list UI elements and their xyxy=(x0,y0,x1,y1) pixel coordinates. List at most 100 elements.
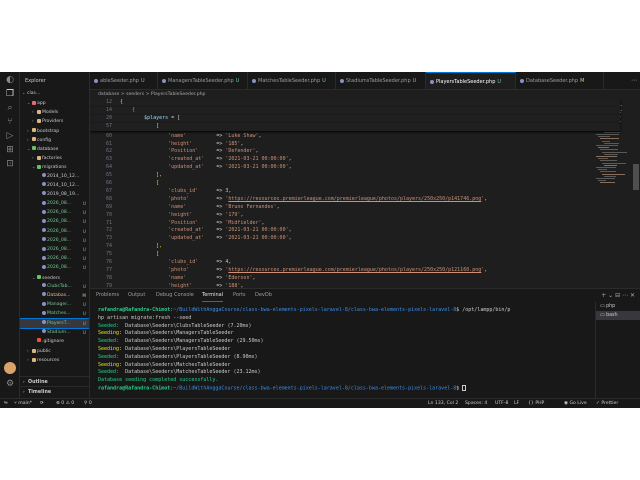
panel-tab[interactable]: Problems xyxy=(96,289,119,302)
tree-item[interactable]: › Providers xyxy=(20,116,89,125)
line-number: 73 xyxy=(105,235,112,242)
outline-section[interactable]: › Outline xyxy=(20,376,89,386)
code-line[interactable]: 76 'clubs_id' => 4, xyxy=(90,259,620,267)
tree-item[interactable]: Matches... U xyxy=(20,309,89,318)
panel-actions[interactable]: + ⌄ ⊟ ⋯ ✕ xyxy=(601,289,635,302)
editor-tab[interactable]: ManagersTableSeeder.php U xyxy=(158,72,248,89)
code-editor[interactable]: 12{14 {20 $players = [57 [ 60 'name' => '… xyxy=(90,99,640,289)
editor-tab[interactable]: MatchesTableSeeder.php U xyxy=(248,72,336,89)
code-line[interactable]: 77 'photo' => 'https://resources.premier… xyxy=(90,267,620,275)
tree-item[interactable]: › resources xyxy=(20,355,89,364)
tree-item[interactable]: 2026_08... U xyxy=(20,254,89,263)
code-line[interactable]: 61 'height' => '185', xyxy=(90,141,620,149)
code-line[interactable]: 73 'updated_at' => '2021-03-21 00:00:00'… xyxy=(90,235,620,243)
terminal-output[interactable]: rafandra@Rafandra-Chimot:~/BuildWithAngg… xyxy=(98,307,593,397)
panel-tab[interactable]: Output xyxy=(128,289,145,302)
code-line[interactable]: 66 [ xyxy=(90,180,620,188)
panel-tab[interactable]: DevDb xyxy=(255,289,272,302)
language-mode[interactable]: {} PHP xyxy=(528,399,544,408)
tree-item[interactable]: 2026_08... U xyxy=(20,227,89,236)
tree-item[interactable]: Stadium... U xyxy=(20,328,89,337)
tree-item[interactable]: ⌄ app xyxy=(20,98,89,107)
run-debug-icon[interactable]: ▷ xyxy=(4,130,16,142)
code-line[interactable]: 78 'name' => 'Ederson', xyxy=(90,275,620,283)
settings-icon[interactable]: ⚙ xyxy=(4,378,16,390)
code-line[interactable]: 14 { xyxy=(90,106,620,115)
tree-item[interactable]: › factories xyxy=(20,153,89,162)
code-line[interactable]: 75 [ xyxy=(90,251,620,259)
cursor-position[interactable]: Ln 133, Col 2 xyxy=(428,399,458,408)
tree-item[interactable]: › config xyxy=(20,135,89,144)
code-line[interactable]: 74 ], xyxy=(90,243,620,251)
editor-tab[interactable]: ableSeeder.php U xyxy=(90,72,158,89)
editor-scrollbar[interactable] xyxy=(633,164,639,190)
tree-item[interactable]: 2026_08... U xyxy=(20,199,89,208)
code-token: 'height' xyxy=(120,211,193,218)
tree-item[interactable]: 2026_08... U xyxy=(20,263,89,272)
tree-item[interactable]: ⌄ migrations xyxy=(20,162,89,171)
remote-indicator-icon[interactable]: ⇋ xyxy=(4,399,8,408)
branch-indicator[interactable]: ⑂ main* xyxy=(14,399,32,408)
tree-item-text: bootstrap xyxy=(37,128,60,134)
tree-item[interactable]: PlayersT... U xyxy=(20,317,89,329)
tree-item[interactable]: 2026_08... U xyxy=(20,217,89,226)
panel-tab[interactable]: Debug Console xyxy=(156,289,194,302)
tree-item[interactable]: 2026_08... U xyxy=(20,236,89,245)
tree-item[interactable]: 2014_10_12... xyxy=(20,181,89,190)
editor-tab[interactable]: StadiumsTableSeeder.php U xyxy=(336,72,426,89)
breadcrumb[interactable]: database > seeders > PlayersTableSeeder.… xyxy=(90,90,640,99)
line-endings[interactable]: LF xyxy=(514,399,519,408)
code-token: => xyxy=(204,227,226,234)
tree-item[interactable]: 2026_08... U xyxy=(20,208,89,217)
source-control-icon[interactable]: ⑂ xyxy=(4,116,16,128)
code-line[interactable]: 63 'created_at' => '2021-03-21 00:00:00'… xyxy=(90,156,620,164)
panel-tab[interactable]: Terminal xyxy=(202,289,224,302)
code-line[interactable]: 57 [ xyxy=(90,122,620,131)
editor-tab[interactable]: DatabaseSeeder.php M xyxy=(516,72,604,89)
code-line[interactable]: 62 'Position' => 'Defender', xyxy=(90,148,620,156)
remote-icon[interactable]: ⊡ xyxy=(4,158,16,170)
ports-indicator[interactable]: ⚲ 0 xyxy=(84,399,92,408)
tree-item[interactable]: › public xyxy=(20,346,89,355)
code-line[interactable]: 71 'Position' => 'Midfielder', xyxy=(90,220,620,228)
explorer-icon[interactable]: ❐ xyxy=(4,88,16,100)
go-live-button[interactable]: ◉ Go Live xyxy=(564,399,587,408)
timeline-section[interactable]: › Timeline xyxy=(20,386,89,396)
indentation[interactable]: Spaces: 4 xyxy=(465,399,487,408)
sync-icon[interactable]: ⟳ xyxy=(40,399,44,408)
terminal-instance[interactable]: ▭ bash xyxy=(596,311,640,320)
tree-item[interactable]: Manager... U xyxy=(20,300,89,309)
code-line[interactable]: 70 'height' => '179', xyxy=(90,212,620,220)
project-root[interactable]: ⌄ clas... xyxy=(20,88,89,98)
code-line[interactable]: 68 'photo' => 'https://resources.premier… xyxy=(90,196,620,204)
tree-item[interactable]: 2026_08... U xyxy=(20,245,89,254)
problems-indicator[interactable]: ⊗ 0 ⚠ 0 xyxy=(56,399,74,408)
tree-item[interactable]: Databas... M xyxy=(20,291,89,300)
tree-item[interactable]: › bootstrap xyxy=(20,126,89,135)
tree-item[interactable]: ⌄ database xyxy=(20,144,89,153)
code-line[interactable]: 67 'clubs_id' => 3, xyxy=(90,188,620,196)
tab-actions-more-icon[interactable]: ⋯ xyxy=(631,72,637,89)
editor-tab[interactable]: PlayersTableSeeder.php U xyxy=(426,72,516,89)
code-line[interactable]: 65 ], xyxy=(90,172,620,180)
tree-item[interactable]: .gitignore xyxy=(20,337,89,346)
terminal-instance[interactable]: ▭ php xyxy=(596,302,640,311)
encoding[interactable]: UTF-8 xyxy=(495,399,508,408)
tree-item[interactable]: 2019_08_19... xyxy=(20,190,89,199)
code-line[interactable]: 60 'name' => 'Luke Shaw', xyxy=(90,133,620,141)
search-icon[interactable]: ⌕ xyxy=(4,102,16,114)
account-icon[interactable] xyxy=(4,362,16,374)
panel-tab[interactable]: Ports xyxy=(233,289,246,302)
code-line[interactable]: 64 'updated_at' => '2021-03-21 00:00:00'… xyxy=(90,164,620,172)
tree-item[interactable]: ⌄ seeders xyxy=(20,273,89,282)
extensions-icon[interactable]: ⊞ xyxy=(4,144,16,156)
code-token: '2021-03-21 00:00:00' xyxy=(225,227,289,234)
code-line[interactable]: 12 { xyxy=(90,99,620,107)
tree-item[interactable]: ClubsTab... U xyxy=(20,282,89,291)
tree-item[interactable]: 2014_10_12... xyxy=(20,172,89,181)
code-line[interactable]: 20 $players = [ xyxy=(90,114,620,123)
code-line[interactable]: 72 'created_at' => '2021-03-21 00:00:00'… xyxy=(90,227,620,235)
prettier-button[interactable]: ✓ Prettier xyxy=(596,399,618,408)
tree-item[interactable]: › Models xyxy=(20,107,89,116)
code-line[interactable]: 69 'name' => 'Bruno Fernandes', xyxy=(90,204,620,212)
